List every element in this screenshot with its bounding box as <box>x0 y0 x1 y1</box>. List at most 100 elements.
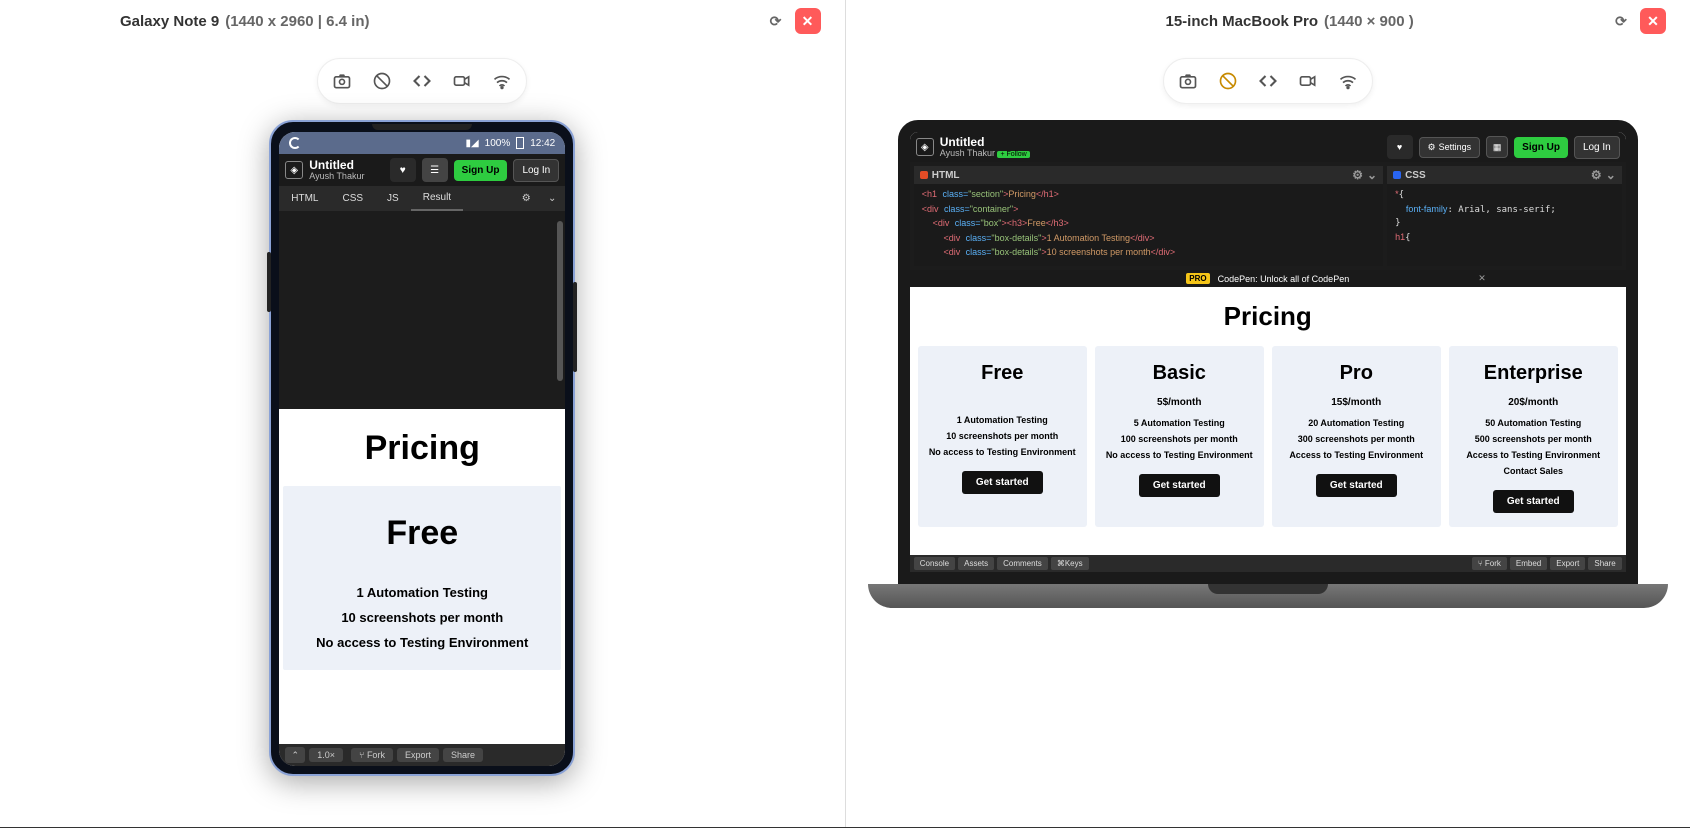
feature-line: 5 Automation Testing <box>1101 418 1258 428</box>
editor-dark-area[interactable] <box>279 211 565 409</box>
android-statusbar: ▮◢ 100% 12:42 <box>279 132 565 154</box>
laptop-frame: ◈ Untitled Ayush Thakur + Follow ♥ ⚙ Set… <box>868 120 1668 608</box>
console-button[interactable]: Console <box>914 557 955 570</box>
pricing-heading: Pricing <box>283 429 561 468</box>
phone-screen: ▮◢ 100% 12:42 ◈ Untitled Ayush Thakur ♥ … <box>279 132 565 766</box>
plan-name: Basic <box>1101 362 1258 385</box>
pricing-card: Enterprise 20$/month 50 Automation Testing… <box>1449 346 1618 527</box>
get-started-button[interactable]: Get started <box>1493 490 1574 513</box>
close-icon[interactable]: ✕ <box>1640 8 1666 34</box>
promo-bar[interactable]: PRO CodePen: Unlock all of CodePen ✕ <box>910 270 1626 287</box>
signup-button[interactable]: Sign Up <box>454 160 508 181</box>
view-icon[interactable]: ▦ <box>1486 136 1508 158</box>
settings-button[interactable]: ⚙ Settings <box>1419 137 1481 158</box>
device-name: 15-inch MacBook Pro <box>1166 13 1319 30</box>
html-editor[interactable]: HTML⚙⌄ <h1 class="section">Pricing</h1> … <box>914 166 1383 266</box>
device-name: Galaxy Note 9 <box>120 13 219 30</box>
close-icon[interactable]: ✕ <box>1478 273 1486 284</box>
layout-icon[interactable]: ☰ <box>422 158 448 182</box>
signup-button[interactable]: Sign Up <box>1514 137 1568 158</box>
gear-icon: ⚙ <box>1591 168 1602 182</box>
share-button[interactable]: Share <box>1588 557 1621 570</box>
pen-title[interactable]: Untitled <box>309 159 364 171</box>
feature-line: Access to Testing Environment <box>1278 450 1435 460</box>
pricing-card-free: Free 1 Automation Testing 10 screenshots… <box>283 486 561 670</box>
comments-button[interactable]: Comments <box>997 557 1048 570</box>
code-icon[interactable] <box>402 63 442 99</box>
left-toolbar <box>317 58 527 104</box>
refresh-icon[interactable]: ⟳ <box>1608 8 1634 34</box>
scrollbar[interactable] <box>557 221 563 381</box>
rotate-icon[interactable] <box>362 63 402 99</box>
result-preview: Pricing Free1 Automation Testing10 scree… <box>910 287 1626 555</box>
clock: 12:42 <box>530 138 555 149</box>
pen-author[interactable]: Ayush Thakur <box>309 171 364 181</box>
tab-css[interactable]: CSS <box>330 187 375 210</box>
right-toolbar <box>1163 58 1373 104</box>
chevron-down-icon: ⌄ <box>1367 168 1377 182</box>
get-started-button[interactable]: Get started <box>1139 474 1220 497</box>
feature-line: 50 Automation Testing <box>1455 418 1612 428</box>
keys-button[interactable]: ⌘Keys <box>1051 557 1089 570</box>
refresh-icon[interactable]: ⟳ <box>763 8 789 34</box>
plan-price: 15$/month <box>1278 397 1435 408</box>
chevron-down-icon[interactable]: ⌄ <box>539 187 565 211</box>
plan-name: Free <box>924 362 1081 385</box>
assets-button[interactable]: Assets <box>958 557 994 570</box>
codepen-logo-icon[interactable]: ◈ <box>285 161 303 179</box>
html-code[interactable]: <h1 class="section">Pricing</h1> <div cl… <box>914 184 1383 265</box>
video-icon[interactable] <box>1288 63 1328 99</box>
heart-icon[interactable]: ♥ <box>390 158 416 182</box>
code-icon[interactable] <box>1248 63 1288 99</box>
pen-author[interactable]: Ayush Thakur + Follow <box>940 148 1030 158</box>
code-editors: HTML⚙⌄ <h1 class="section">Pricing</h1> … <box>910 162 1626 270</box>
left-pane: Galaxy Note 9 (1440 x 2960 | 6.4 in) ⟳ ✕… <box>0 0 845 827</box>
pen-title[interactable]: Untitled <box>940 136 1030 148</box>
fork-button[interactable]: ⑂ Fork <box>1472 557 1507 570</box>
codepen-logo-icon[interactable]: ◈ <box>916 138 934 156</box>
plan-name: Enterprise <box>1455 362 1612 385</box>
feature-line: No access to Testing Environment <box>291 635 553 650</box>
codepen-footer: ⌃ 1.0× ⑂ Fork Export Share <box>279 744 565 766</box>
tab-html[interactable]: HTML <box>279 187 330 210</box>
feature-line: 500 screenshots per month <box>1455 434 1612 444</box>
export-button[interactable]: Export <box>1550 557 1585 570</box>
camera-icon[interactable] <box>322 63 362 99</box>
close-icon[interactable]: ✕ <box>795 8 821 34</box>
plan-name: Pro <box>1278 362 1435 385</box>
share-button[interactable]: Share <box>443 748 483 762</box>
login-button[interactable]: Log In <box>1574 136 1620 159</box>
rotate-icon[interactable] <box>1208 63 1248 99</box>
camera-icon[interactable] <box>1168 63 1208 99</box>
device-spec: (1440 × 900 ) <box>1324 13 1414 30</box>
gear-icon[interactable]: ⚙ <box>513 187 539 211</box>
export-button[interactable]: Export <box>397 748 439 762</box>
plan-price: 20$/month <box>1455 397 1612 408</box>
login-button[interactable]: Log In <box>513 159 559 182</box>
zoom-level[interactable]: 1.0× <box>309 748 343 762</box>
feature-line: 10 screenshots per month <box>924 431 1081 441</box>
embed-button[interactable]: Embed <box>1510 557 1547 570</box>
editor-label: CSS <box>1405 170 1426 181</box>
get-started-button[interactable]: Get started <box>1316 474 1397 497</box>
codepen-header: ◈ Untitled Ayush Thakur ♥ ☰ Sign Up Log … <box>279 154 565 186</box>
feature-line: 20 Automation Testing <box>1278 418 1435 428</box>
left-device-header: Galaxy Note 9 (1440 x 2960 | 6.4 in) ⟳ ✕ <box>0 8 845 38</box>
gear-icon: ⚙ <box>1352 168 1363 182</box>
css-code[interactable]: *{ font-family: Arial, sans-serif; } h1{ <box>1387 184 1622 249</box>
get-started-button[interactable]: Get started <box>962 471 1043 494</box>
feature-line: Contact Sales <box>1455 466 1612 476</box>
chevron-up-icon[interactable]: ⌃ <box>285 747 305 763</box>
css-editor[interactable]: CSS⚙⌄ *{ font-family: Arial, sans-serif;… <box>1387 166 1622 266</box>
tab-result[interactable]: Result <box>411 186 463 211</box>
wifi-icon[interactable] <box>1328 63 1368 99</box>
wifi-icon[interactable] <box>482 63 522 99</box>
video-icon[interactable] <box>442 63 482 99</box>
fork-button[interactable]: ⑂ Fork <box>351 748 393 762</box>
device-spec: (1440 x 2960 | 6.4 in) <box>225 13 369 30</box>
tab-js[interactable]: JS <box>375 187 411 210</box>
right-device-header: 15-inch MacBook Pro (1440 × 900 ) ⟳ ✕ <box>846 8 1690 38</box>
laptop-base <box>868 584 1668 608</box>
pricing-card: Basic5$/month5 Automation Testing100 scr… <box>1095 346 1264 527</box>
heart-icon[interactable]: ♥ <box>1387 135 1413 159</box>
